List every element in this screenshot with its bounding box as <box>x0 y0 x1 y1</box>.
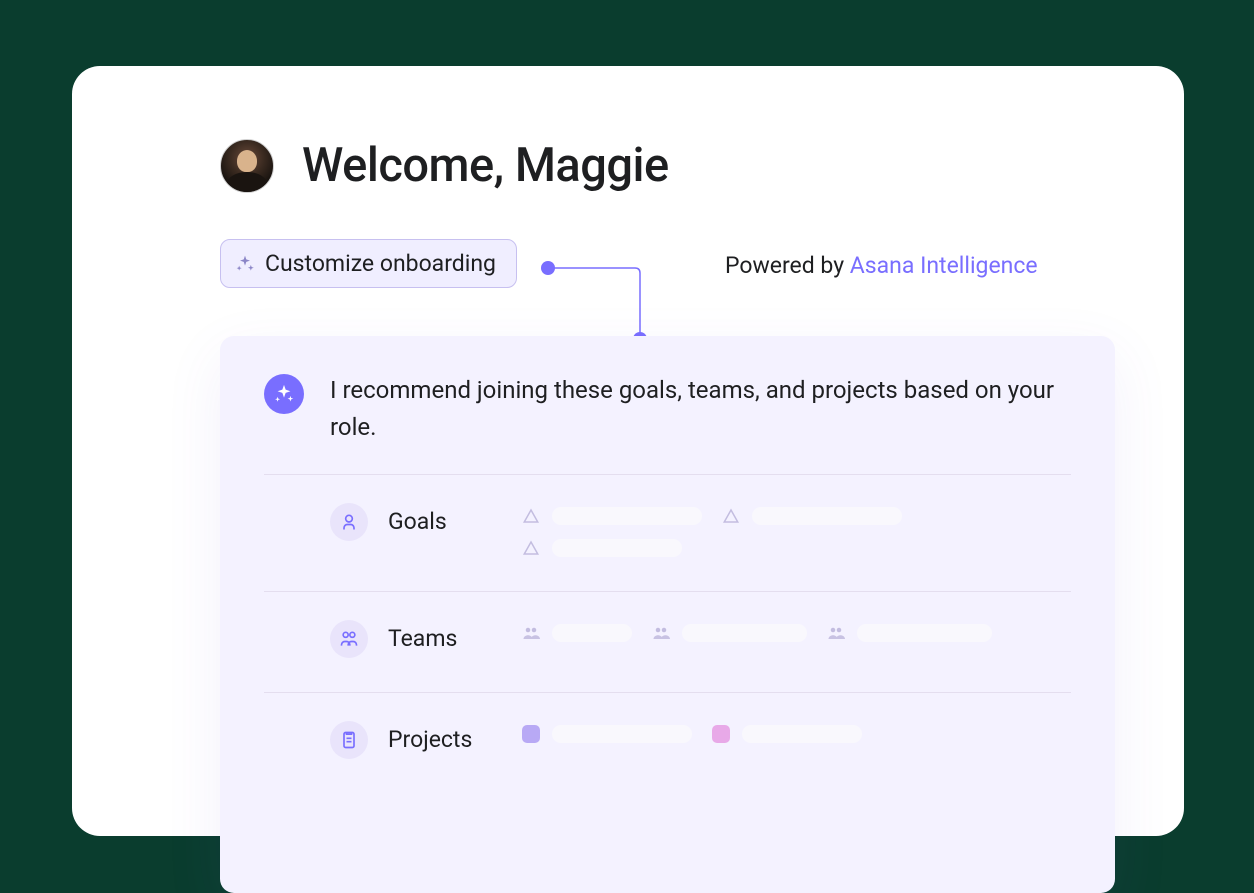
placeholder-bar <box>552 539 682 557</box>
ai-sparkle-badge <box>264 374 304 414</box>
customize-onboarding-button[interactable]: Customize onboarding <box>220 239 517 288</box>
recommendation-header: I recommend joining these goals, teams, … <box>264 372 1071 446</box>
placeholder-bar <box>552 507 702 525</box>
powered-by-label: Powered by Asana Intelligence <box>725 252 1038 279</box>
teams-section: Teams <box>264 591 1071 692</box>
triangle-icon <box>522 539 540 557</box>
projects-items <box>522 721 862 743</box>
welcome-title: Welcome, Maggie <box>302 138 669 193</box>
people-icon <box>522 624 540 642</box>
powered-by-brand[interactable]: Asana Intelligence <box>850 252 1038 279</box>
square-icon <box>712 725 730 743</box>
list-item[interactable] <box>522 624 632 642</box>
list-item[interactable] <box>522 507 702 525</box>
placeholder-bar <box>752 507 902 525</box>
list-item[interactable] <box>522 725 692 743</box>
list-item[interactable] <box>712 725 862 743</box>
teams-label: Teams <box>388 620 488 652</box>
recommendation-message: I recommend joining these goals, teams, … <box>330 372 1071 446</box>
teams-icon <box>330 620 368 658</box>
user-avatar[interactable] <box>220 139 274 193</box>
list-item[interactable] <box>652 624 807 642</box>
main-card: Welcome, Maggie Customize onboarding Pow… <box>72 66 1184 836</box>
projects-icon <box>330 721 368 759</box>
placeholder-bar <box>552 624 632 642</box>
teams-items <box>522 620 992 642</box>
placeholder-bar <box>682 624 807 642</box>
people-icon <box>827 624 845 642</box>
placeholder-bar <box>742 725 862 743</box>
goals-icon <box>330 503 368 541</box>
placeholder-bar <box>857 624 992 642</box>
list-item[interactable] <box>522 539 682 557</box>
customize-onboarding-label: Customize onboarding <box>265 250 496 277</box>
recommendation-panel: I recommend joining these goals, teams, … <box>220 336 1115 893</box>
projects-section: Projects <box>264 692 1071 793</box>
list-item[interactable] <box>722 507 902 525</box>
sparkle-icon <box>235 254 255 274</box>
square-icon <box>522 725 540 743</box>
people-icon <box>652 624 670 642</box>
triangle-icon <box>722 507 740 525</box>
goals-items <box>522 503 1071 557</box>
projects-label: Projects <box>388 721 488 753</box>
header: Welcome, Maggie <box>220 138 669 193</box>
triangle-icon <box>522 507 540 525</box>
placeholder-bar <box>552 725 692 743</box>
goals-label: Goals <box>388 503 488 535</box>
powered-by-prefix: Powered by <box>725 252 850 279</box>
goals-section: Goals <box>264 474 1071 591</box>
list-item[interactable] <box>827 624 992 642</box>
